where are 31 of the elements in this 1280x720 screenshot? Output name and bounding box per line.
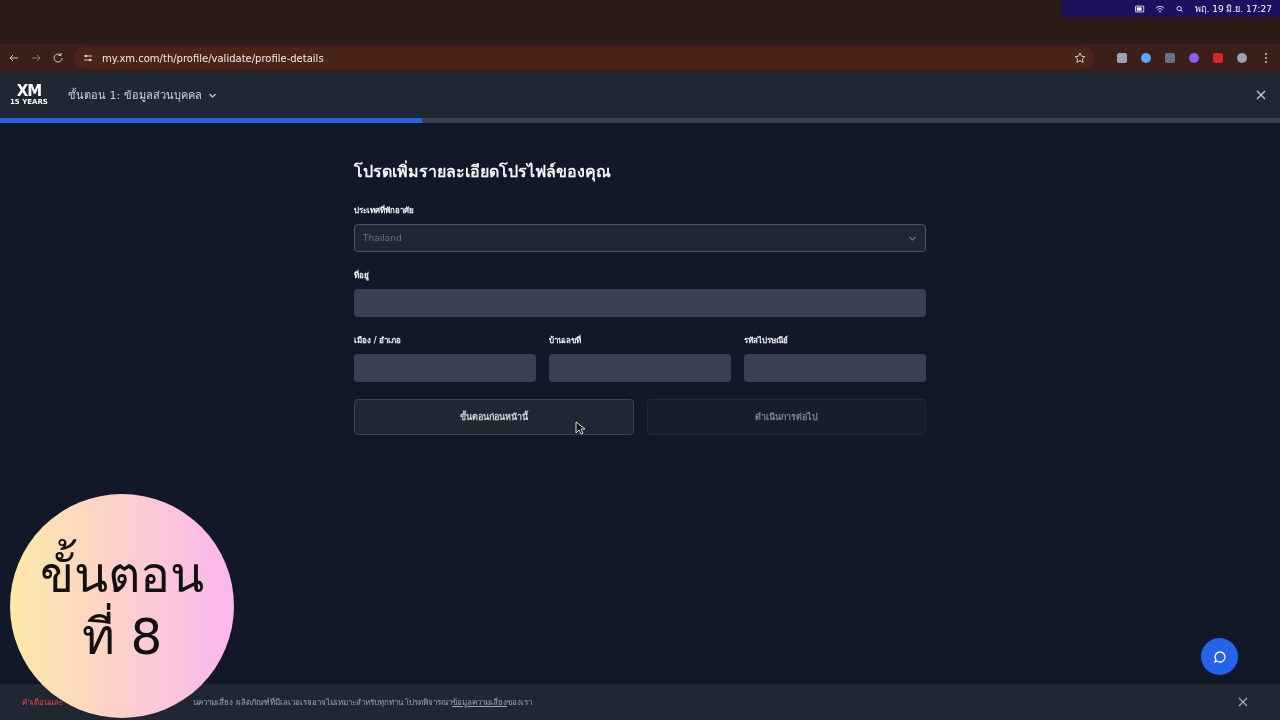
field-label: ที่อยู่ (354, 269, 370, 282)
reload-icon[interactable] (52, 52, 64, 64)
risk-info-link[interactable]: ข้อมูลความเสี่ยง (452, 697, 508, 707)
forward-icon[interactable] (30, 52, 42, 64)
close-icon[interactable] (1256, 90, 1266, 100)
menu-bar-clock: พฤ. 19 มิ.ย. 17:27 (1195, 2, 1272, 16)
risk-warning-text: นความเสี่ยง ผลิตภัณฑ์ที่มีเลเวอเรจอาจไม่เหมาะสำหรับทุกท่าน โปรดพิจารณาข้อมูลความเสี่ยงของเรา (193, 696, 533, 709)
wifi-icon (1155, 4, 1166, 13)
address-field[interactable] (354, 289, 926, 317)
search-icon[interactable] (1175, 4, 1186, 13)
field-label: เมือง / อำเภอ (354, 335, 403, 347)
chat-icon (1212, 649, 1227, 664)
field-label: ประเทศที่พักอาศัย (354, 204, 415, 217)
input-field[interactable] (549, 354, 731, 382)
mouse-cursor-icon (575, 421, 585, 435)
field-label: บ้านเลขที่ (549, 334, 582, 347)
form-title: โปรดเพิ่มรายละเอียดโปรไฟล์ของคุณ (354, 159, 612, 184)
battery-icon (1135, 4, 1146, 13)
back-icon[interactable] (8, 52, 20, 64)
address-bar[interactable]: my.xm.com/th/profile/validate/profile-details (74, 47, 1094, 69)
chat-button[interactable] (1201, 638, 1238, 675)
close-icon[interactable] (1238, 697, 1248, 707)
input-field[interactable] (354, 354, 536, 382)
back-button[interactable]: ขั้นตอนก่อนหน้านี้ (354, 399, 634, 435)
star-icon[interactable] (1074, 52, 1086, 64)
field-label: รหัสไปรษณีย์ (744, 334, 789, 347)
brand-logo: XM (16, 84, 42, 99)
site-settings-icon[interactable] (82, 52, 94, 64)
input-field[interactable] (744, 354, 926, 382)
step-dropdown[interactable]: ขั้นตอน 1: ข้อมูลส่วนบุคคล (67, 86, 217, 104)
risk-warning-label: คำเตือนและ (22, 696, 63, 709)
